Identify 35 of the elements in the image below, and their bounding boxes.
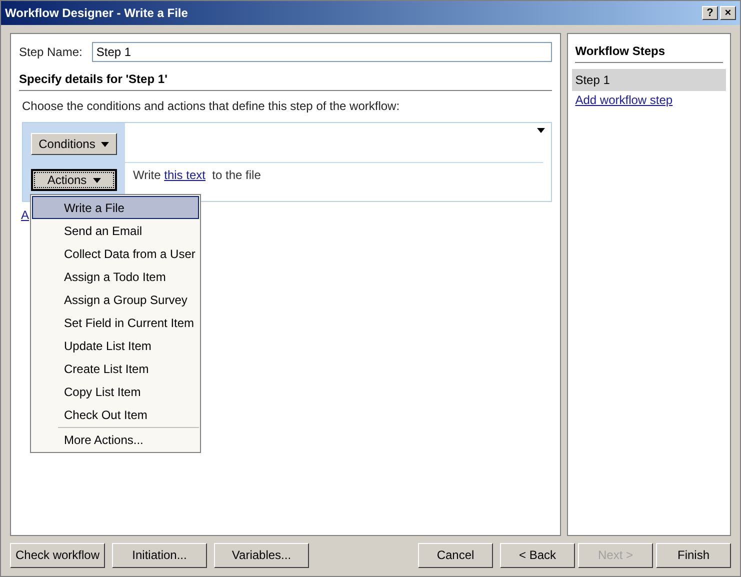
menu-item[interactable]: Update List Item: [32, 334, 199, 357]
menu-item[interactable]: Check Out Item: [32, 403, 199, 426]
instruction-text: Choose the conditions and actions that define this step of the workflow:: [22, 98, 401, 115]
menu-item[interactable]: Write a File: [32, 196, 199, 219]
menu-item[interactable]: More Actions...: [32, 429, 199, 451]
help-button[interactable]: ?: [702, 6, 718, 20]
menu-item[interactable]: Assign a Todo Item: [32, 265, 199, 288]
step-name-label: Step Name:: [19, 44, 82, 61]
window-title: Workflow Designer - Write a File: [5, 5, 189, 22]
step-name-field[interactable]: Step 1: [92, 42, 552, 62]
menu-item[interactable]: Assign a Group Survey: [32, 288, 199, 311]
dialog-button[interactable]: Variables...: [214, 542, 309, 568]
details-heading: Specify details for 'Step 1': [19, 70, 552, 91]
step-item[interactable]: Step 1: [572, 69, 726, 91]
actions-button[interactable]: Actions: [31, 169, 117, 191]
dialog-button[interactable]: Check workflow: [10, 542, 105, 568]
menu-item[interactable]: Collect Data from a User: [32, 242, 199, 265]
close-button[interactable]: ×: [720, 6, 736, 20]
add-step-link[interactable]: Add workflow step: [575, 91, 673, 109]
steps-title: Workflow Steps: [575, 42, 723, 63]
caret-icon: [101, 142, 110, 146]
this-text-link[interactable]: this text: [164, 168, 206, 182]
dialog-button[interactable]: Initiation...: [112, 542, 207, 568]
caret-icon: [92, 178, 101, 182]
dialog-button[interactable]: Finish: [656, 542, 731, 568]
conditions-button[interactable]: Conditions: [31, 133, 117, 155]
partial-link[interactable]: A: [21, 206, 30, 224]
dialog-button[interactable]: < Back: [500, 542, 575, 568]
dropdown-arrow-icon[interactable]: [537, 128, 546, 133]
menu-item[interactable]: Copy List Item: [32, 380, 199, 403]
menu-item[interactable]: Send an Email: [32, 219, 199, 242]
menu-item[interactable]: Create List Item: [32, 357, 199, 380]
dialog-button[interactable]: Cancel: [418, 542, 493, 568]
action-sentence: Write this text to the file: [132, 167, 262, 184]
menu-item[interactable]: Set Field in Current Item: [32, 311, 199, 334]
